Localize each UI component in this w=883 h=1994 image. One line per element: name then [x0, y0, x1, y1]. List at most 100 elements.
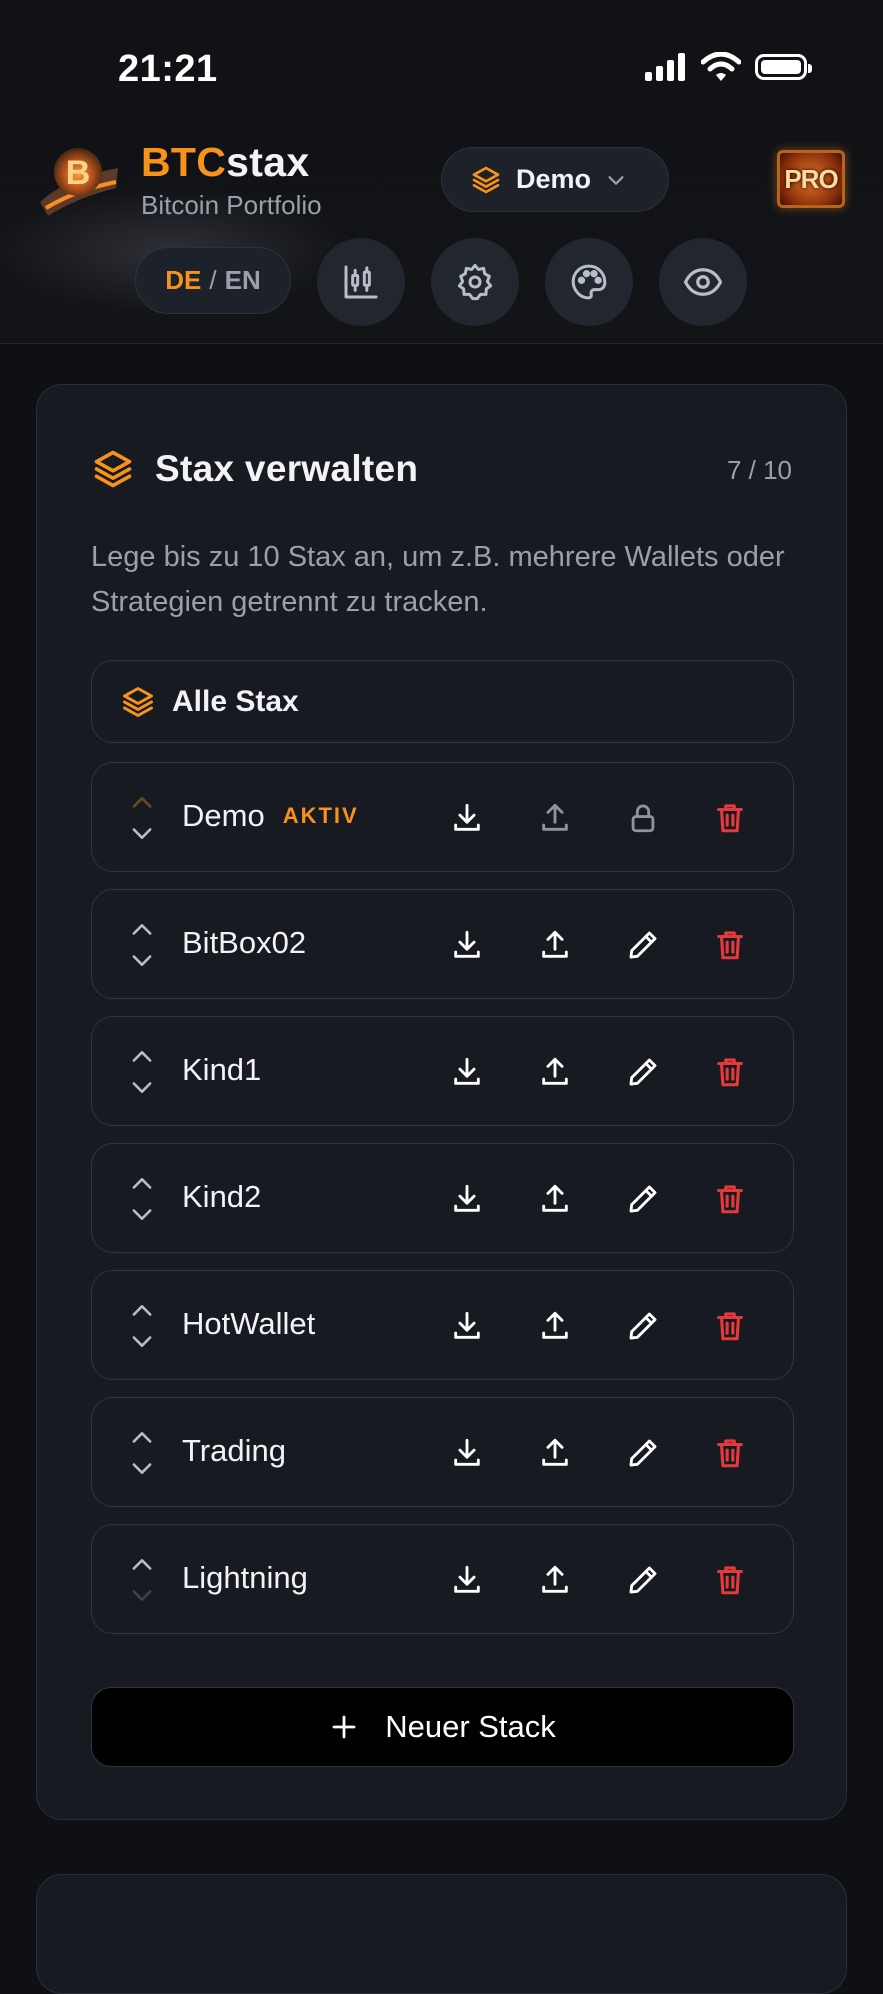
reorder-handle — [128, 1551, 158, 1611]
stack-name: Kind1 — [182, 1052, 279, 1088]
reorder-handle — [128, 789, 158, 849]
stack-name: HotWallet — [182, 1306, 333, 1342]
all-stax-button[interactable]: Alle Stax — [91, 660, 794, 743]
stack-row[interactable]: BitBox02 — [91, 889, 794, 999]
brand-title: BTCstax — [141, 138, 322, 186]
upload-icon — [542, 1565, 568, 1593]
chevron-up-icon — [132, 1305, 152, 1316]
rename-button[interactable] — [626, 928, 660, 962]
download-icon — [454, 1184, 480, 1212]
stack-row[interactable]: Demo AKTIV — [91, 762, 794, 872]
pencil-icon — [629, 1312, 657, 1340]
chevron-down-icon — [132, 1463, 152, 1474]
lang-separator: / — [209, 265, 217, 295]
export-button[interactable] — [538, 928, 572, 962]
export-button[interactable] — [538, 1182, 572, 1216]
chevron-down-icon — [132, 828, 152, 839]
rename-button[interactable] — [626, 1309, 660, 1343]
rename-button[interactable] — [626, 1563, 660, 1597]
stack-row[interactable]: Lightning — [91, 1524, 794, 1634]
export-button[interactable] — [538, 801, 572, 835]
new-stack-button[interactable]: Neuer Stack — [91, 1687, 794, 1767]
import-button[interactable] — [450, 1182, 484, 1216]
stack-row[interactable]: Kind2 — [91, 1143, 794, 1253]
import-button[interactable] — [450, 1055, 484, 1089]
stack-name: Demo AKTIV — [182, 798, 359, 834]
stax-count: 7 / 10 — [726, 455, 792, 485]
pro-badge[interactable]: PRO — [777, 150, 845, 208]
import-button[interactable] — [450, 1436, 484, 1470]
wifi-icon — [701, 52, 741, 81]
delete-button[interactable] — [713, 1563, 747, 1597]
chevron-down-icon — [132, 1209, 152, 1220]
stack-row[interactable]: HotWallet — [91, 1270, 794, 1380]
delete-button[interactable] — [713, 801, 747, 835]
upload-icon — [542, 1184, 568, 1212]
stack-row[interactable]: Kind1 — [91, 1016, 794, 1126]
trash-icon — [717, 1058, 743, 1087]
theme-button[interactable] — [545, 238, 633, 326]
delete-button[interactable] — [713, 1055, 747, 1089]
status-icons — [645, 52, 812, 82]
card-header: Stax verwalten — [91, 447, 418, 491]
upload-icon — [542, 1438, 568, 1466]
gear-icon — [457, 263, 493, 301]
rename-button[interactable] — [626, 1182, 660, 1216]
lock-button — [626, 801, 660, 835]
palette-icon — [571, 264, 607, 300]
stack-name-label: Demo — [182, 798, 265, 833]
trash-icon — [717, 931, 743, 960]
delete-button[interactable] — [713, 1436, 747, 1470]
chevron-up-icon — [132, 1051, 152, 1062]
svg-text:B: B — [66, 154, 91, 192]
chevron-up-icon — [132, 924, 152, 935]
chevron-down-icon — [132, 955, 152, 966]
upload-icon — [542, 1057, 568, 1085]
reorder-handle — [128, 1424, 158, 1484]
pencil-icon — [629, 1058, 657, 1086]
delete-button[interactable] — [713, 1309, 747, 1343]
rename-button[interactable] — [626, 1436, 660, 1470]
layers-icon — [472, 166, 500, 193]
import-button[interactable] — [450, 801, 484, 835]
lang-de[interactable]: DE — [165, 265, 201, 296]
import-button[interactable] — [450, 1309, 484, 1343]
import-button[interactable] — [450, 1563, 484, 1597]
reorder-handle — [128, 916, 158, 976]
privacy-button[interactable] — [659, 238, 747, 326]
signal-icon — [645, 53, 685, 81]
layers-icon — [123, 686, 153, 717]
lang-en[interactable]: EN — [225, 265, 261, 296]
chevron-down-icon — [132, 1590, 152, 1601]
download-icon — [454, 803, 480, 831]
stack-name: Lightning — [182, 1560, 326, 1596]
download-icon — [454, 1565, 480, 1593]
chart-button[interactable] — [317, 238, 405, 326]
delete-button[interactable] — [713, 1182, 747, 1216]
trash-icon — [717, 1185, 743, 1214]
export-button[interactable] — [538, 1436, 572, 1470]
delete-button[interactable] — [713, 928, 747, 962]
trash-icon — [717, 1439, 743, 1468]
stack-row[interactable]: Trading — [91, 1397, 794, 1507]
eye-icon — [683, 268, 723, 296]
stack-name-label: BitBox02 — [182, 925, 307, 960]
stack-name-label: Kind2 — [182, 1179, 262, 1214]
language-toggle[interactable]: DE / EN — [135, 247, 291, 314]
chevron-up-icon — [132, 1178, 152, 1189]
rename-button[interactable] — [626, 1055, 660, 1089]
upload-icon — [542, 1311, 568, 1339]
stack-selector[interactable]: Demo — [441, 147, 669, 212]
export-button[interactable] — [538, 1563, 572, 1597]
pencil-icon — [629, 931, 657, 959]
download-icon — [454, 1057, 480, 1085]
export-button[interactable] — [538, 1309, 572, 1343]
settings-button[interactable] — [431, 238, 519, 326]
brand-accent: BTC — [141, 139, 227, 185]
battery-icon — [755, 54, 812, 80]
download-icon — [454, 1311, 480, 1339]
import-button[interactable] — [450, 928, 484, 962]
new-stack-label: Neuer Stack — [385, 1709, 556, 1744]
brand-rest: stax — [226, 139, 310, 185]
export-button[interactable] — [538, 1055, 572, 1089]
